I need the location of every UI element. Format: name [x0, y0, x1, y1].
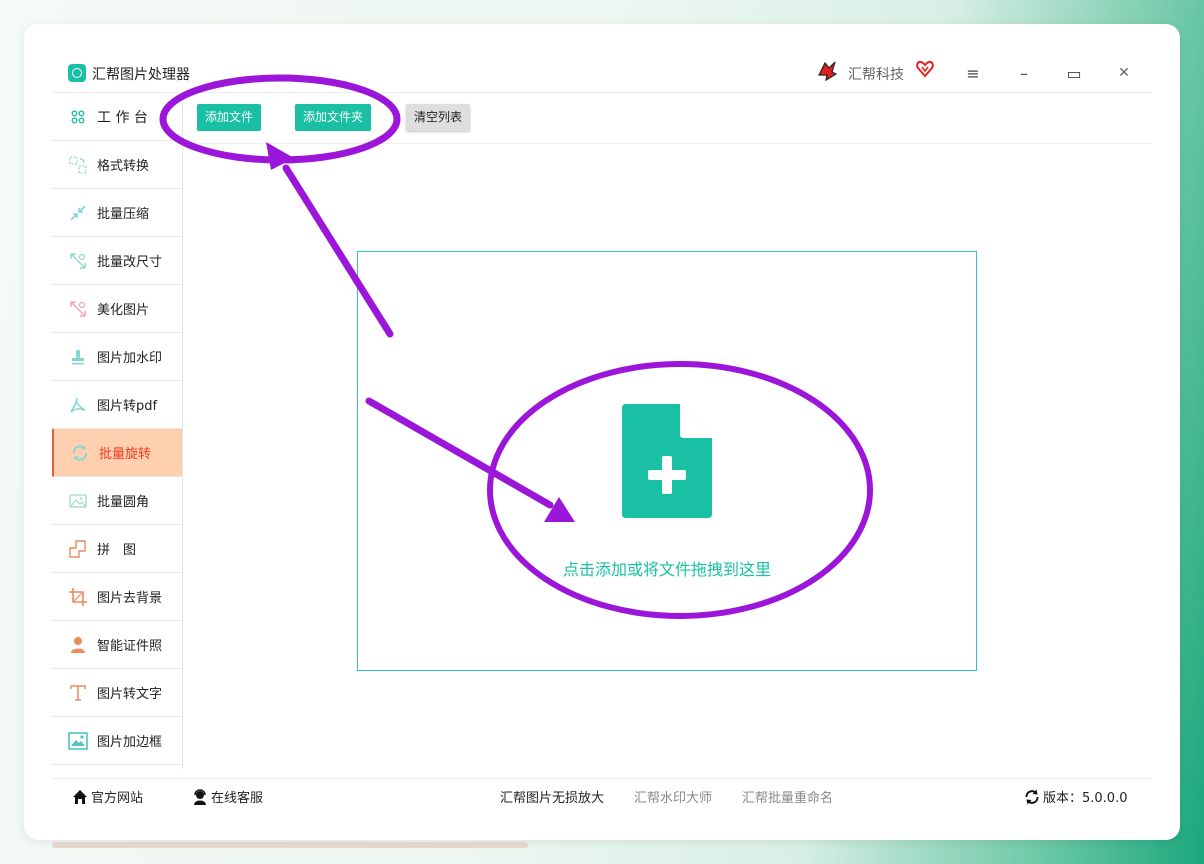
- sidebar-item-batch-compress[interactable]: 批量压缩: [52, 189, 182, 237]
- heart-vip-icon[interactable]: [916, 60, 934, 78]
- sidebar-item-label: 图片转文字: [97, 687, 163, 702]
- resize-icon: [68, 251, 88, 271]
- text-icon: [68, 683, 88, 703]
- sidebar-item-round-corner[interactable]: 批量圆角: [52, 477, 182, 525]
- online-support-label: 在线客服: [211, 791, 264, 806]
- frame-icon: [68, 731, 88, 751]
- sidebar-item-label: 美化图片: [97, 303, 150, 318]
- grid-icon: [68, 107, 88, 127]
- sidebar-item-watermark[interactable]: 图片加水印: [52, 333, 182, 381]
- home-icon: [73, 789, 87, 804]
- app-frame: 汇帮图片处理器 汇帮科技 ≡ – ▭ ✕ 工 作 台 格式转换 批量压缩 批量改…: [52, 52, 1152, 812]
- menu-icon[interactable]: ≡: [955, 56, 991, 90]
- background-strip: [52, 842, 528, 848]
- sidebar-item-ocr[interactable]: 图片转文字: [52, 669, 182, 717]
- crop-icon: [68, 587, 88, 607]
- sidebar-item-label: 拼 图: [97, 543, 137, 558]
- person-icon: [68, 635, 88, 655]
- sidebar-item-label: 格式转换: [97, 159, 150, 174]
- image-icon: [68, 491, 88, 511]
- sidebar-item-label: 图片加边框: [97, 735, 163, 750]
- sidebar-item-beautify[interactable]: 美化图片: [52, 285, 182, 333]
- sidebar-item-add-frame[interactable]: 图片加边框: [52, 717, 182, 765]
- brand-name: 汇帮科技: [848, 67, 904, 83]
- sidebar-item-label: 图片去背景: [97, 591, 163, 606]
- format-convert-icon: [68, 155, 88, 175]
- compress-icon: [68, 203, 88, 223]
- app-window: 汇帮图片处理器 汇帮科技 ≡ – ▭ ✕ 工 作 台 格式转换 批量压缩 批量改…: [24, 24, 1180, 840]
- footer: 官方网站 在线客服 汇帮图片无损放大 汇帮水印大师 汇帮批量重命名 版本：5.0…: [52, 778, 1152, 813]
- app-title: 汇帮图片处理器: [92, 67, 190, 83]
- footer-link-watermark[interactable]: 汇帮水印大师: [634, 787, 712, 806]
- close-button[interactable]: ✕: [1106, 56, 1142, 90]
- sidebar-item-label: 工 作 台: [97, 109, 148, 126]
- sidebar-item-label: 批量旋转: [99, 447, 152, 462]
- drop-hint-text[interactable]: 点击添加或将文件拖拽到这里: [358, 556, 976, 580]
- sidebar-item-batch-rotate[interactable]: 批量旋转: [52, 429, 182, 477]
- clear-list-button[interactable]: 清空列表: [406, 104, 471, 131]
- sidebar-item-label: 批量圆角: [97, 495, 150, 510]
- title-bar: 汇帮图片处理器 汇帮科技 ≡ – ▭ ✕: [52, 52, 1152, 93]
- app-logo-icon: [68, 64, 86, 82]
- version-label: 版本：5.0.0.0: [1043, 791, 1128, 806]
- sidebar-item-format-convert[interactable]: 格式转换: [52, 141, 182, 189]
- official-website-label: 官方网站: [91, 791, 144, 806]
- maximize-button[interactable]: ▭: [1056, 56, 1092, 90]
- stamp-icon: [68, 347, 88, 367]
- beautify-icon: [68, 299, 88, 319]
- sidebar-item-id-photo[interactable]: 智能证件照: [52, 621, 182, 669]
- brand-logo-icon: [818, 61, 838, 82]
- pdf-icon: [68, 395, 88, 415]
- online-support-link[interactable]: 在线客服: [192, 787, 263, 806]
- sidebar-item-workbench[interactable]: 工 作 台: [52, 93, 182, 141]
- sidebar: 工 作 台 格式转换 批量压缩 批量改尺寸 美化图片 图片加水印 图片转pdf …: [52, 93, 183, 769]
- sidebar-item-label: 图片加水印: [97, 351, 163, 366]
- sidebar-item-to-pdf[interactable]: 图片转pdf: [52, 381, 182, 429]
- footer-link-rename[interactable]: 汇帮批量重命名: [742, 787, 833, 806]
- collage-icon: [68, 539, 88, 559]
- version-info: 版本：5.0.0.0: [1024, 787, 1127, 806]
- minimize-button[interactable]: –: [1006, 56, 1042, 90]
- add-file-button[interactable]: 添加文件: [197, 104, 262, 131]
- toolbar: 添加文件 添加文件夹 清空列表: [183, 93, 1152, 144]
- sidebar-item-label: 图片转pdf: [97, 399, 158, 414]
- add-file-icon[interactable]: [622, 404, 712, 520]
- add-folder-button[interactable]: 添加文件夹: [295, 104, 372, 131]
- support-agent-icon: [194, 788, 206, 805]
- refresh-icon: [1025, 789, 1039, 804]
- sidebar-item-resize[interactable]: 批量改尺寸: [52, 237, 182, 285]
- rotate-icon: [70, 443, 90, 463]
- sidebar-item-label: 批量压缩: [97, 207, 150, 222]
- sidebar-item-label: 批量改尺寸: [97, 255, 163, 270]
- official-website-link[interactable]: 官方网站: [72, 787, 143, 806]
- sidebar-item-collage[interactable]: 拼 图: [52, 525, 182, 573]
- sidebar-item-label: 智能证件照: [97, 639, 163, 654]
- sidebar-item-remove-bg[interactable]: 图片去背景: [52, 573, 182, 621]
- file-drop-zone[interactable]: 点击添加或将文件拖拽到这里: [357, 251, 977, 671]
- footer-link-upscale[interactable]: 汇帮图片无损放大: [500, 787, 604, 806]
